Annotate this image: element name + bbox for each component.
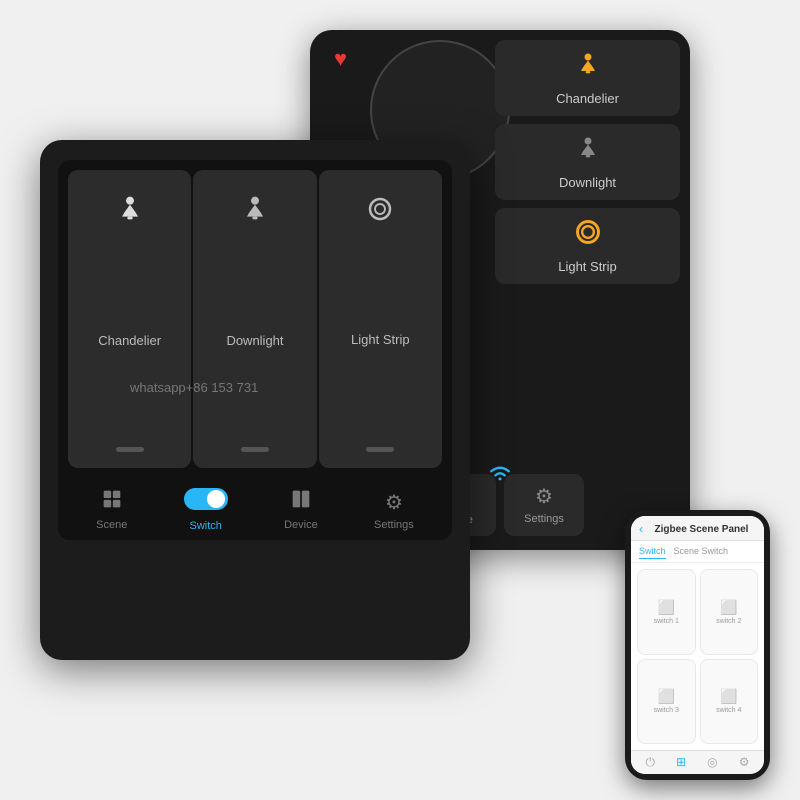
front-nav-device[interactable]: Device [284,489,318,531]
scene-icon [102,489,122,515]
phone-screen: ‹ Zigbee Scene Panel Switch Scene Switch… [631,516,764,774]
switch-cell-chandelier[interactable]: Chandelier [68,170,191,468]
chandelier-cell-label: Chandelier [98,333,161,348]
switch-grid: Chandelier Downlight [58,160,452,468]
downlight-indicator [241,447,269,452]
phone-sw2-label: switch 2 [716,618,741,625]
chandelier-icon [574,50,602,85]
phone-switch-1[interactable]: ⬜ switch 1 [637,569,696,655]
phone-mock: ‹ Zigbee Scene Panel Switch Scene Switch… [625,510,770,780]
downlight-cell-label: Downlight [226,333,283,348]
wifi-signal-icon [486,462,514,490]
chandelier-label: Chandelier [556,91,619,106]
downlight-cell-icon [239,194,271,234]
heart-icon: ♥ [334,46,347,72]
front-nav-switch[interactable]: Switch [184,488,228,532]
front-nav-scene[interactable]: Scene [96,489,127,531]
phone-bottom-bar: ⏻ ⊞ ◎ ⚙ [631,750,764,774]
device-item-chandelier[interactable]: Chandelier [495,40,680,116]
phone-switch-4[interactable]: ⬜ switch 4 [700,659,759,745]
switch-label: Switch [190,520,222,532]
chandelier-cell-icon [114,194,146,234]
tab-scene-switch[interactable]: Scene Switch [674,544,729,559]
device-item-lightstrip[interactable]: Light Strip [495,208,680,284]
phone-title: Zigbee Scene Panel [647,524,756,535]
tab-switch[interactable]: Switch [639,544,666,559]
phone-sw4-icon: ⬜ [720,688,737,705]
phone-tabs: Switch Scene Switch [631,541,764,563]
phone-back-icon[interactable]: ‹ [639,522,643,536]
downlight-icon [574,134,602,169]
inner-screen: Chandelier Downlight [58,160,452,540]
downlight-label: Downlight [559,175,616,190]
phone-header: ‹ Zigbee Scene Panel [631,516,764,541]
back-settings-label: Settings [524,513,564,525]
phone-bb-circle[interactable]: ◎ [707,755,717,770]
chandelier-indicator [116,447,144,452]
phone-bb-grid[interactable]: ⊞ [676,755,686,770]
lightstrip-label: Light Strip [558,259,617,274]
phone-sw1-icon: ⬜ [658,599,675,616]
phone-sw3-icon: ⬜ [658,688,675,705]
phone-switch-2[interactable]: ⬜ switch 2 [700,569,759,655]
settings-icon-nav: ⚙ [535,484,553,509]
lightstrip-cell-label: Light Strip [351,332,410,347]
front-panel: Chandelier Downlight [40,140,470,660]
front-bottom-nav: Scene Switch Device ⚙ Settings [58,476,452,540]
phone-bb-power[interactable]: ⏻ [646,755,656,770]
lightstrip-indicator [366,447,394,452]
device-label-front: Device [284,519,318,531]
device-item-downlight[interactable]: Downlight [495,124,680,200]
phone-sw1-label: switch 1 [654,618,679,625]
device-icon-front [291,489,311,515]
phone-grid: ⬜ switch 1 ⬜ switch 2 ⬜ switch 3 ⬜ switc… [631,563,764,750]
front-nav-settings[interactable]: ⚙ Settings [374,490,414,531]
switch-toggle-icon [184,488,228,516]
phone-sw2-icon: ⬜ [720,599,737,616]
phone-switch-3[interactable]: ⬜ switch 3 [637,659,696,745]
settings-icon-front: ⚙ [385,490,403,515]
settings-label-front: Settings [374,519,414,531]
device-list: Chandelier Downlight Light Strip [495,40,680,284]
phone-sw4-label: switch 4 [716,707,741,714]
lightstrip-icon [574,218,602,253]
phone-sw3-label: switch 3 [654,707,679,714]
lightstrip-cell-icon [365,194,395,232]
back-nav-settings[interactable]: ⚙ Settings [504,474,584,536]
switch-cell-downlight[interactable]: Downlight [193,170,316,468]
scene-label: Scene [96,519,127,531]
switch-cell-lightstrip[interactable]: Light Strip [319,170,442,468]
phone-bb-settings[interactable]: ⚙ [739,755,750,770]
